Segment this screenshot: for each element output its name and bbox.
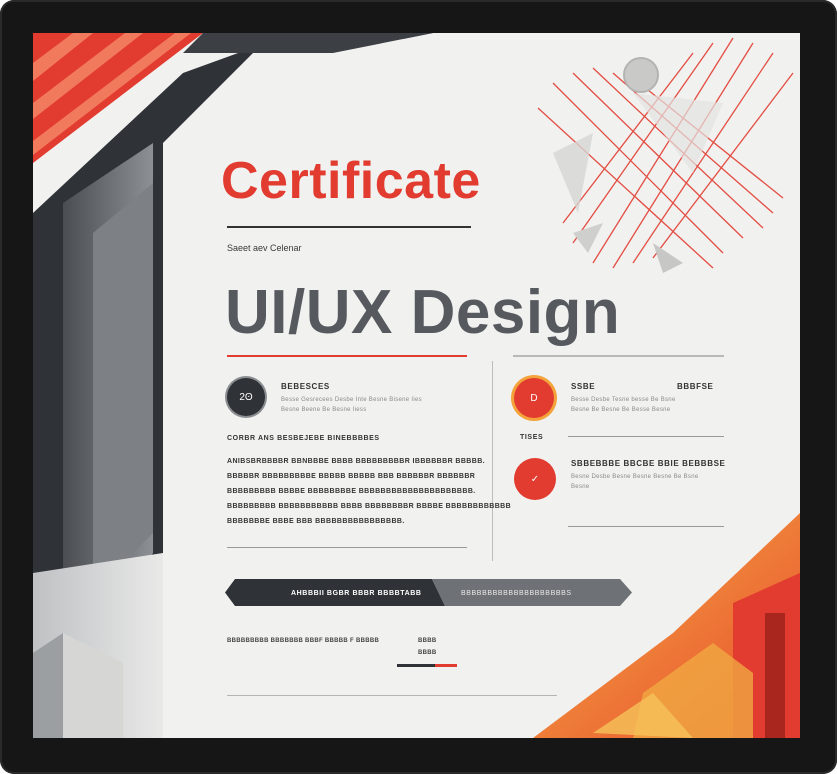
right-seal-badge: D	[514, 378, 554, 418]
left-detail-2: Besne Beene Be Besne Iiess	[281, 407, 367, 413]
paragraph-line-1: ANIBSBRBBBBR BBNBBBE BBBB BBBBBBBBBR IBB…	[227, 458, 486, 465]
paragraph-rule	[227, 547, 467, 548]
title-underline	[227, 226, 471, 228]
footer-rule	[227, 695, 557, 696]
right-bottom-detail-2: Besne	[571, 484, 590, 490]
right-mid-label: TISES	[520, 434, 544, 441]
right-bottom-label: SBBEBBBE BBCBE BBIE BEBBBSE	[571, 459, 726, 468]
left-subheading: CORBR ANS BESBEJEBE BINEBBBBES	[227, 435, 380, 442]
left-detail-1: Besse Gesrecees Desbe Inte Besne Bisene …	[281, 397, 422, 403]
certificate-subheading: Saeet aev Celenar	[227, 243, 302, 253]
footer-left-text: BBBBBBBBB BBBBBBB BBBF BBBBB F BBBBB	[227, 638, 380, 644]
paragraph-line-4: BBBBBBBBB BBBBBBBBBBB BBBB BBBBBBBBR BBB…	[227, 503, 512, 510]
certificate-ribbon	[225, 579, 632, 606]
footer-right-bottom: BBBB	[418, 650, 437, 656]
ribbon-left-text: AHBBBII BGBR BBBR BBBBTABB	[291, 590, 422, 597]
paragraph-line-5: BBBBBBBE BBBE BBB BBBBBBBBBBBBBBBB.	[227, 518, 405, 525]
ribbon-right-text: BBBBBBBBBBBBBBBBBBBBS	[461, 590, 572, 597]
course-underline-gray	[513, 355, 724, 357]
signature-bar-red	[435, 664, 457, 667]
seal-icon: 2ʘ	[239, 391, 253, 403]
right-top-detail-1: Besse Desbe Tesne besse Be Bsne	[571, 397, 676, 403]
right-bottom-detail-1: Besne Desbe Besne Besne Besne Be Bsne	[571, 474, 699, 480]
course-name: UI/UX Design	[225, 278, 621, 347]
right-top-label-left: SSBE	[571, 382, 596, 391]
check-icon: ✓	[530, 473, 540, 485]
signature-bar-dark	[397, 664, 435, 667]
right-top-detail-2: Besne Be Besne Be Besse Besne	[571, 407, 671, 413]
column-divider	[492, 361, 493, 561]
seal-icon: D	[530, 392, 538, 404]
certificate-paper: Certificate Saeet aev Celenar UI/UX Desi…	[33, 33, 800, 738]
paragraph-line-3: BBBBBBBBB BBBBE BBBBBBBBE BBBBBBBBBBBBBB…	[227, 488, 476, 495]
certificate-title: Certificate	[221, 152, 481, 210]
right-top-label-right: BBBFSE	[677, 382, 714, 391]
left-heading: BEBESCES	[281, 382, 330, 391]
right-check-badge: ✓	[514, 458, 556, 500]
left-seal-badge: 2ʘ	[227, 378, 265, 416]
right-rule-2	[568, 526, 724, 527]
paragraph-line-2: BBBBBR BBBBBBBBBE BBBBB BBBBB BBB BBBBBB…	[227, 473, 476, 480]
course-underline-red	[227, 355, 467, 357]
right-rule-1	[568, 436, 724, 437]
footer-right-top: BBBB	[418, 638, 437, 644]
